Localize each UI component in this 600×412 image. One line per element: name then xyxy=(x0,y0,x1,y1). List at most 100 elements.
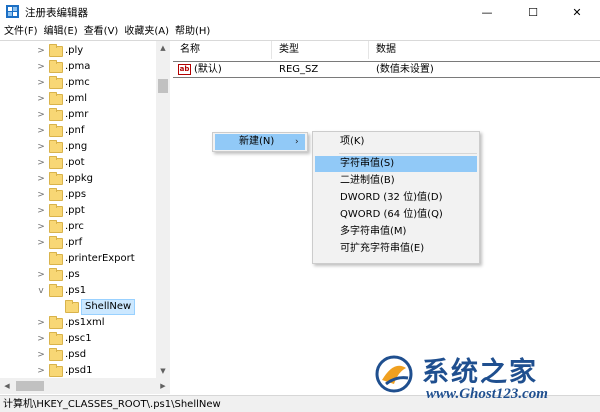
close-button[interactable]: ✕ xyxy=(554,0,600,24)
tree-item[interactable]: > .ppkg xyxy=(0,171,158,187)
maximize-button[interactable]: ☐ xyxy=(510,0,556,24)
scroll-right-icon[interactable]: ▶ xyxy=(156,378,170,394)
column-header-name[interactable]: 名称 xyxy=(173,41,272,59)
folder-icon xyxy=(49,188,63,201)
tree-item[interactable]: > .pps xyxy=(0,187,158,203)
tree-item[interactable]: .printerExport xyxy=(0,251,158,267)
context-item-new-label: 新建(N) xyxy=(239,136,275,147)
value-row[interactable]: ab (默认) REG_SZ (数值未设置) xyxy=(173,61,600,78)
menu-help[interactable]: 帮助(H) xyxy=(172,24,213,40)
expand-chevron-icon[interactable]: > xyxy=(36,331,46,347)
tree-item-label: .ps xyxy=(65,269,80,280)
window-title: 注册表编辑器 xyxy=(25,7,88,19)
folder-icon xyxy=(49,108,63,121)
tree-item-label: .png xyxy=(65,141,88,152)
tree-horizontal-scrollbar[interactable]: ◀ ▶ xyxy=(0,378,170,394)
tree-item[interactable]: > .pmc xyxy=(0,75,158,91)
expand-chevron-icon[interactable]: > xyxy=(36,59,46,75)
context-item-new[interactable]: 新建(N) › xyxy=(215,134,305,150)
watermark-title: 系统之家 xyxy=(422,357,538,388)
tree-item[interactable]: > .pml xyxy=(0,91,158,107)
tree-item[interactable]: > .pmr xyxy=(0,107,158,123)
tree-item-label: ShellNew xyxy=(81,299,136,315)
expand-chevron-icon[interactable]: > xyxy=(36,43,46,59)
tree-item[interactable]: > .prc xyxy=(0,219,158,235)
tree-item[interactable]: > .pnf xyxy=(0,123,158,139)
folder-icon xyxy=(49,60,63,73)
expand-chevron-icon[interactable]: > xyxy=(36,187,46,203)
submenu-item-binary-value[interactable]: 二进制值(B) xyxy=(315,173,477,189)
minimize-button[interactable]: — xyxy=(464,0,510,24)
column-header-type[interactable]: 类型 xyxy=(272,41,369,59)
tree-item[interactable]: v .ps1 xyxy=(0,283,158,299)
submenu-item-expandable-string-value[interactable]: 可扩充字符串值(E) xyxy=(315,241,477,257)
expand-chevron-icon[interactable]: > xyxy=(36,139,46,155)
tree-item-label: .pps xyxy=(65,189,87,200)
tree-item[interactable]: ShellNew xyxy=(0,299,158,315)
submenu-item-dword-value[interactable]: DWORD (32 位)值(D) xyxy=(315,190,477,206)
tree-item[interactable]: > .ppt xyxy=(0,203,158,219)
tree-item[interactable]: > .psd xyxy=(0,347,158,363)
folder-icon xyxy=(49,348,63,361)
submenu-item-string-value[interactable]: 字符串值(S) xyxy=(315,156,477,172)
folder-icon xyxy=(49,124,63,137)
expand-chevron-icon[interactable]: > xyxy=(36,219,46,235)
submenu-item-multi-string-value[interactable]: 多字符串值(M) xyxy=(315,224,477,240)
expand-chevron-icon[interactable]: > xyxy=(36,107,46,123)
submenu-item-key[interactable]: 项(K) xyxy=(315,134,477,150)
tree-item[interactable]: > .prf xyxy=(0,235,158,251)
menu-favorites[interactable]: 收藏夹(A) xyxy=(121,24,172,40)
tree-item-label: .pmr xyxy=(65,109,89,120)
watermark: 系统之家 www.Ghost123.com xyxy=(368,350,598,410)
tree-item[interactable]: > .pot xyxy=(0,155,158,171)
tree-item-label: .prf xyxy=(65,237,83,248)
tree-item-label: .ppkg xyxy=(65,173,94,184)
expand-chevron-icon[interactable]: > xyxy=(36,315,46,331)
tree-item[interactable]: > .psd1 xyxy=(0,363,158,379)
folder-icon xyxy=(49,316,63,329)
folder-icon xyxy=(49,284,63,297)
expand-chevron-icon[interactable]: > xyxy=(36,91,46,107)
expand-chevron-icon[interactable]: > xyxy=(36,171,46,187)
folder-icon xyxy=(49,92,63,105)
tree-item-label: .psd1 xyxy=(65,365,93,376)
folder-icon xyxy=(49,44,63,57)
tree-item-label: .ppt xyxy=(65,205,85,216)
tree-item[interactable]: > .ps xyxy=(0,267,158,283)
expand-chevron-icon[interactable]: > xyxy=(36,75,46,91)
scroll-thumb[interactable] xyxy=(158,79,168,93)
key-tree: > .ply > .pma > .pmc > .pml > .pmr > .pnf > .png > .pot… xyxy=(0,41,170,394)
tree-item[interactable]: > .png xyxy=(0,139,158,155)
expand-chevron-icon[interactable]: > xyxy=(36,267,46,283)
scroll-left-icon[interactable]: ◀ xyxy=(0,378,14,394)
expand-chevron-icon[interactable]: > xyxy=(36,155,46,171)
column-header-data[interactable]: 数据 xyxy=(369,41,600,59)
submenu-item-qword-value[interactable]: QWORD (64 位)值(Q) xyxy=(315,207,477,223)
folder-icon xyxy=(49,364,63,377)
tree-item[interactable]: > .ply xyxy=(0,43,158,59)
value-name: (默认) xyxy=(194,64,222,75)
menu-file[interactable]: 文件(F) xyxy=(0,24,41,40)
tree-vertical-scrollbar[interactable]: ▲ ▼ xyxy=(156,41,170,378)
scroll-down-icon[interactable]: ▼ xyxy=(156,364,170,378)
menu-edit[interactable]: 编辑(E) xyxy=(41,24,81,40)
tree-item-label: .psd xyxy=(65,349,87,360)
tree-item[interactable]: > .ps1xml xyxy=(0,315,158,331)
tree-item-label: .pma xyxy=(65,61,91,72)
expand-chevron-icon[interactable]: > xyxy=(36,363,46,379)
scroll-up-icon[interactable]: ▲ xyxy=(156,41,170,55)
expand-chevron-icon[interactable]: > xyxy=(36,235,46,251)
collapse-chevron-icon[interactable]: v xyxy=(36,283,46,299)
tree-item-label: .prc xyxy=(65,221,84,232)
tree-item-label: .pnf xyxy=(65,125,85,136)
title-bar: 注册表编辑器 — ☐ ✕ xyxy=(0,0,600,24)
folder-icon xyxy=(49,268,63,281)
hscroll-thumb[interactable] xyxy=(16,381,44,391)
tree-item[interactable]: > .psc1 xyxy=(0,331,158,347)
menu-view[interactable]: 查看(V) xyxy=(81,24,122,40)
expand-chevron-icon[interactable]: > xyxy=(36,203,46,219)
tree-item[interactable]: > .pma xyxy=(0,59,158,75)
expand-chevron-icon[interactable]: > xyxy=(36,347,46,363)
folder-icon xyxy=(49,236,63,249)
expand-chevron-icon[interactable]: > xyxy=(36,123,46,139)
